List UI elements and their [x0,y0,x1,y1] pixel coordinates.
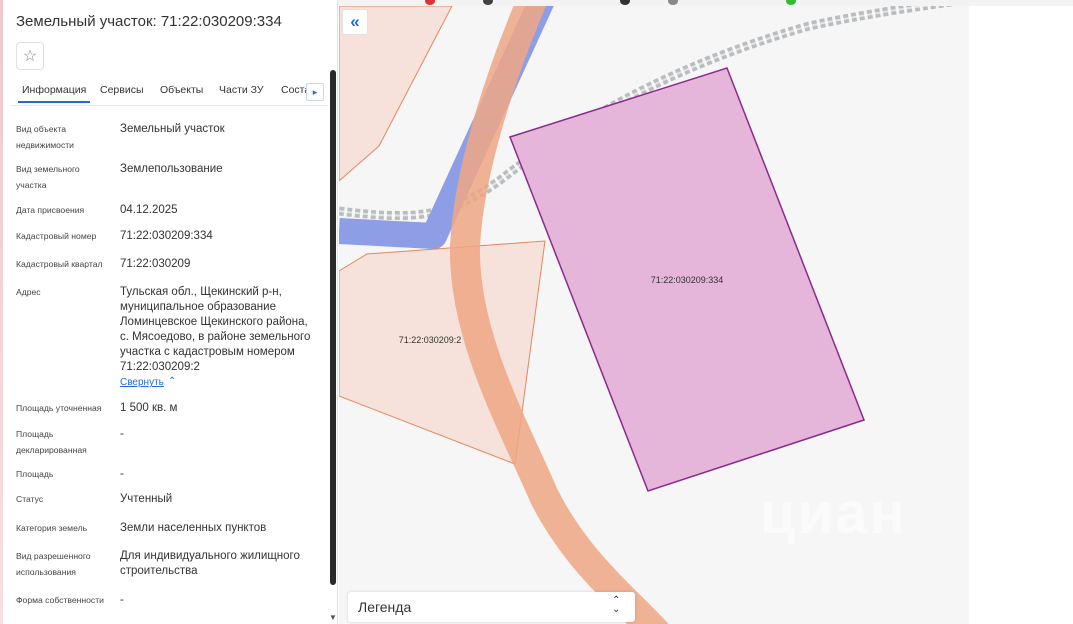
right-blank-area [969,6,1073,624]
field-value: 71:22:030209:334 [120,230,213,242]
field-label: Площадь [16,469,54,479]
field-label: Площадь уточненная [16,403,102,413]
field-label: Площадь декларированная [16,429,87,455]
field-label: Статус [16,494,44,504]
tab-scroll-right-button[interactable]: ▸ [306,83,324,101]
panel-scrollbar[interactable] [330,70,336,585]
favorite-button[interactable]: ☆ [16,42,44,70]
tab-information[interactable]: Информация [17,84,91,103]
legend-label: Легенда [358,599,412,615]
tab-objects[interactable]: Объекты [160,84,203,96]
chevron-right-icon: ▸ [312,86,318,97]
parcel-neighbor-label: 71:22:030209:2 [399,335,462,345]
collapse-address-link[interactable]: Свернуть [120,377,164,388]
field-label: Вид разрешенного использования [16,551,91,577]
tab-services[interactable]: Сервисы [100,84,144,96]
legend-dropdown[interactable]: Легенда ⌃ ⌄ [348,592,635,622]
field-value: Земельный участок [120,123,225,135]
scroll-down-arrow-icon[interactable]: ▼ [329,613,337,622]
parcel-main-label: 71:22:030209:334 [651,275,724,285]
page-title: Земельный участок: 71:22:030209:334 [16,13,282,30]
field-label: Категория земель [16,523,88,533]
field-value: - [120,428,124,440]
field-label: Форма собственности [16,595,104,605]
panel-edge [0,0,3,624]
field-value: Для индивидуального жилищного строительс… [120,550,300,577]
field-value: 71:22:030209 [120,258,191,270]
field-value: 1 500 кв. м [120,402,178,414]
field-value: - [120,594,124,606]
watermark-logo: циан [760,481,907,546]
field-label: Вид объекта недвижимости [16,124,74,150]
field-value: Землепользование [120,163,223,175]
tab-parts[interactable]: Части ЗУ [219,84,264,96]
field-label: Адрес [16,287,41,297]
field-label: Кадастровый квартал [16,259,103,269]
field-label: Кадастровый номер [16,231,97,241]
field-label: Вид земельного участка [16,164,80,190]
chevron-up-icon: ⌃ [168,376,177,387]
chevron-up-down-icon: ⌃ ⌄ [612,595,621,615]
collapse-panel-button[interactable]: « [342,9,368,35]
address-value: Тульская обл., Щекинский р-н, муниципаль… [120,286,311,373]
field-value: 04.12.2025 [120,204,178,216]
field-label: Дата присвоения [16,205,85,215]
info-panel: Земельный участок: 71:22:030209:334 ☆ Ин… [0,0,338,624]
status-value: Учтенный [120,493,173,505]
field-value: - [120,468,124,480]
double-chevron-left-icon: « [350,12,360,31]
star-icon: ☆ [22,48,38,65]
tab-bar: Информация Сервисы Объекты Части ЗУ Сост… [10,76,328,106]
field-value: Земли населенных пунктов [120,522,267,534]
